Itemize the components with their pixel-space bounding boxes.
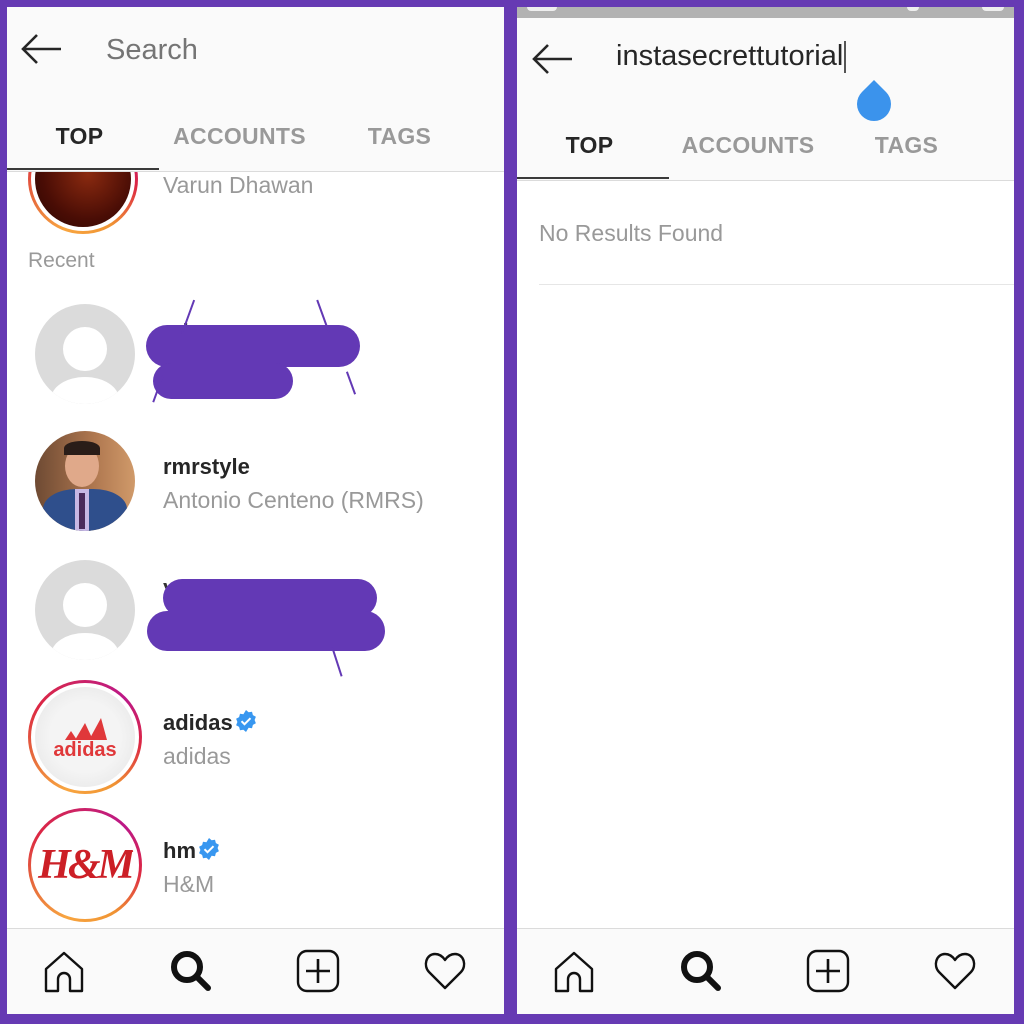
tab-top[interactable]: TOP xyxy=(7,111,152,161)
heart-icon xyxy=(424,952,466,990)
username-text: hm xyxy=(163,838,196,863)
fullname: H&M xyxy=(163,871,215,897)
username: hm xyxy=(163,837,221,864)
search-icon xyxy=(171,951,211,991)
arrow-left-icon xyxy=(532,44,572,74)
status-bar xyxy=(517,7,1014,18)
search-tabs: TOP ACCOUNTS TAGS xyxy=(7,111,504,161)
search-header: instasecrettutorial TOP ACCOUNTS TAGS xyxy=(517,18,1014,180)
arrow-left-icon xyxy=(21,34,61,64)
fullname: Antonio Centeno (RMRS) xyxy=(163,487,424,513)
home-icon xyxy=(554,951,594,993)
nav-search-button[interactable] xyxy=(677,947,725,995)
default-avatar-icon xyxy=(35,560,135,660)
nav-add-post-button[interactable] xyxy=(294,947,342,995)
redaction-stroke xyxy=(331,647,343,677)
header-divider xyxy=(517,180,1014,181)
redaction-mark xyxy=(153,363,293,399)
status-indicator xyxy=(907,7,919,11)
recent-label: Recent xyxy=(28,249,95,272)
tab-tags[interactable]: TAGS xyxy=(834,120,979,170)
nav-home-button[interactable] xyxy=(550,947,598,995)
bottom-navigation xyxy=(517,928,1014,1014)
verified-badge-icon xyxy=(199,838,219,860)
back-button[interactable] xyxy=(528,39,576,79)
bottom-navigation xyxy=(7,928,504,1014)
search-icon xyxy=(681,951,721,991)
search-header: TOP ACCOUNTS TAGS xyxy=(7,7,504,171)
tab-accounts[interactable]: ACCOUNTS xyxy=(662,120,834,170)
no-results-message: No Results Found xyxy=(539,220,724,246)
status-indicator xyxy=(527,7,557,11)
username: adidas xyxy=(163,709,258,736)
text-cursor xyxy=(844,41,847,74)
hm-logo-text: H&M xyxy=(38,842,135,888)
nav-search-button[interactable] xyxy=(167,947,215,995)
nav-add-post-button[interactable] xyxy=(804,947,852,995)
results-divider xyxy=(539,284,1014,285)
active-tab-indicator xyxy=(7,168,159,170)
nav-home-button[interactable] xyxy=(40,947,88,995)
right-screen: instasecrettutorial TOP ACCOUNTS TAGS No… xyxy=(517,7,1014,1014)
username: rmrstyle xyxy=(163,454,250,479)
adidas-logo-text: adidas xyxy=(53,739,117,761)
tab-accounts[interactable]: ACCOUNTS xyxy=(152,111,327,161)
search-input-value: instasecrettutorial xyxy=(616,40,844,72)
fullname: Varun Dhawan xyxy=(163,172,314,198)
search-input[interactable]: instasecrettutorial xyxy=(616,40,996,80)
add-post-icon xyxy=(296,949,340,993)
avatar-rmrstyle xyxy=(35,431,135,531)
redaction-stroke xyxy=(345,371,357,395)
home-icon xyxy=(44,951,84,993)
adidas-stripes-icon xyxy=(65,718,107,740)
nav-activity-button[interactable] xyxy=(421,947,469,995)
left-screen: Varun Dhawan Recent ad rmrstyle Anton xyxy=(7,7,504,1014)
search-input[interactable] xyxy=(106,30,486,70)
tab-top[interactable]: TOP xyxy=(517,120,662,170)
avatar-hm: H&M xyxy=(28,808,142,922)
header-divider xyxy=(7,171,504,172)
verified-badge-icon xyxy=(235,710,256,732)
default-avatar-icon xyxy=(35,304,135,404)
search-tabs: TOP ACCOUNTS TAGS xyxy=(517,120,1014,170)
heart-icon xyxy=(934,952,976,990)
status-indicator xyxy=(982,7,1004,11)
username-text: adidas xyxy=(163,710,233,735)
add-post-icon xyxy=(806,949,850,993)
avatar-adidas: adidas xyxy=(28,680,142,794)
redaction-mark xyxy=(147,611,385,651)
nav-activity-button[interactable] xyxy=(931,947,979,995)
tab-tags[interactable]: TAGS xyxy=(327,111,472,161)
fullname: adidas xyxy=(163,743,231,769)
active-tab-indicator xyxy=(517,177,669,179)
back-button[interactable] xyxy=(17,29,65,69)
